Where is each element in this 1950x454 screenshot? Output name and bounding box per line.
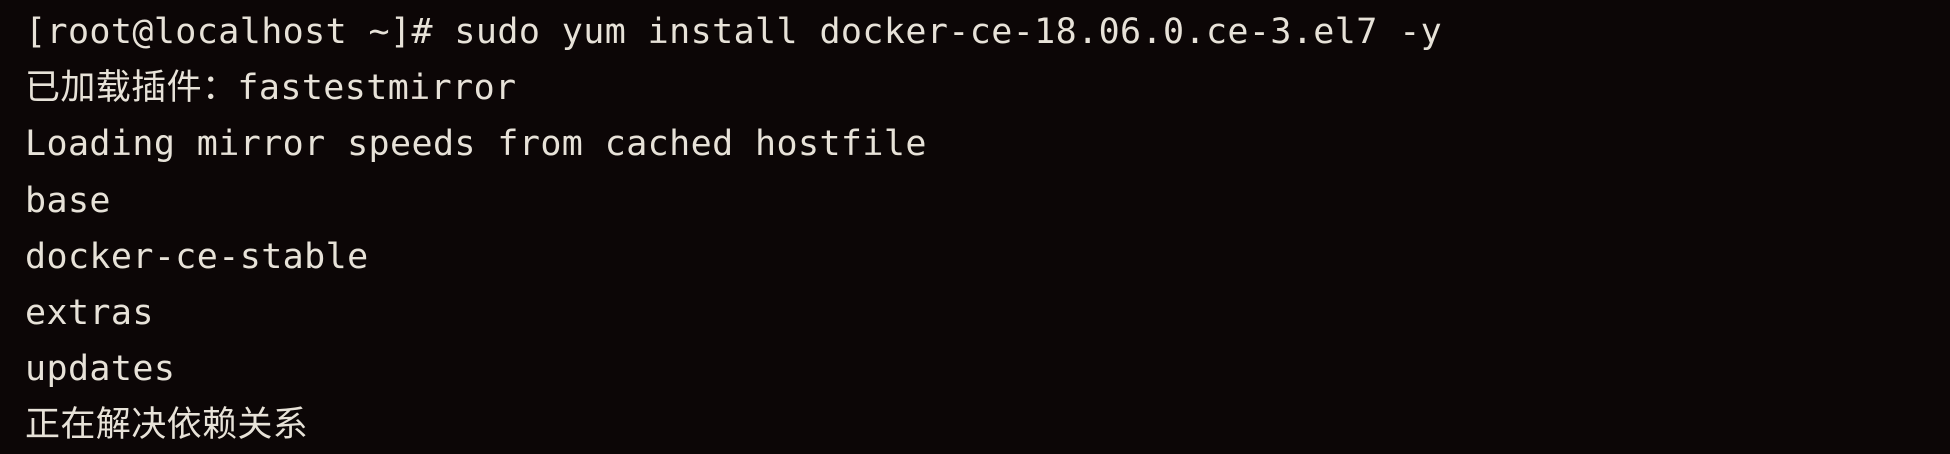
output-line-repo-base: base	[25, 180, 111, 221]
output-line-repo-docker-ce-stable: docker-ce-stable	[25, 236, 369, 277]
output-line-plugins: 已加载插件：fastestmirror	[25, 68, 517, 109]
terminal-output[interactable]: [root@localhost ~]# sudo yum install doc…	[0, 0, 1950, 446]
output-line-resolving-deps: 正在解决依赖关系	[25, 405, 309, 446]
command-prompt-line: [root@localhost ~]# sudo yum install doc…	[25, 12, 1443, 52]
output-line-repo-updates: updates	[25, 349, 176, 390]
output-line-mirror-speeds: Loading mirror speeds from cached hostfi…	[25, 124, 927, 165]
output-line-repo-extras: extras	[25, 292, 154, 333]
